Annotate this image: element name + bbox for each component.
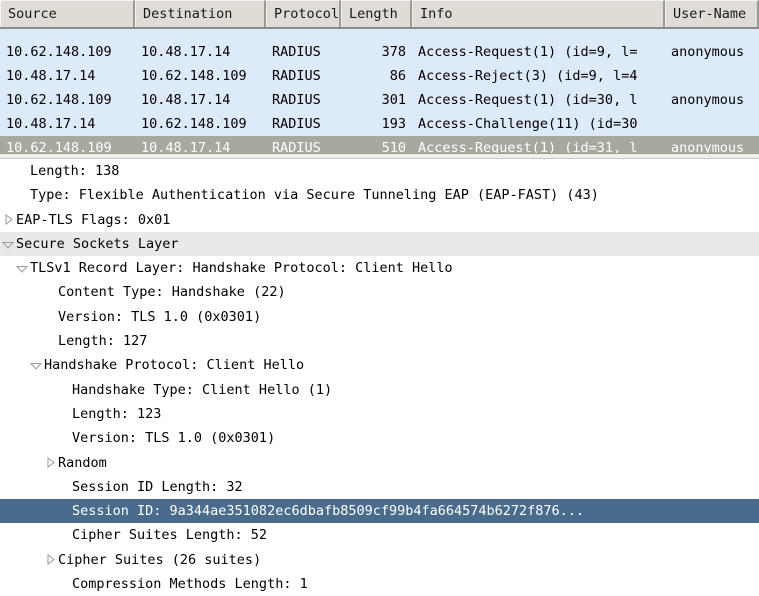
tree-row[interactable]: Handshake Protocol: Client Hello [0,353,759,377]
packet-cell-user_name: anonymous [671,140,745,153]
packet-cell-user_name: anonymous [671,44,745,60]
packet-list-rows[interactable]: 10.62.148.109 10.48.17.14 RADIUS 378 Access-… [0,29,759,153]
packet-cell-destination: 10.62.148.109 [141,116,247,132]
tree-expanded-triangle-icon[interactable] [29,353,43,377]
packet-cell-length [341,29,412,40]
tree-row[interactable]: Compression Methods Length: 1 [0,572,759,596]
tree-expanded-triangle-icon[interactable] [15,256,29,280]
packet-cell-length: 193 [381,116,406,132]
packet-cell-user_name [665,112,759,136]
tree-row[interactable]: Session ID: 9a344ae351082ec6dbafb8509cf9… [0,499,759,524]
tree-expanded-triangle-icon[interactable] [1,232,15,256]
tree-row[interactable]: Version: TLS 1.0 (0x0301) [0,305,759,329]
packet-cell-destination: 10.48.17.14 [141,92,231,108]
packet-cell-source: 10.48.17.14 [6,116,96,132]
tree-collapsed-triangle-icon[interactable] [43,548,57,572]
packet-cell-source: 10.48.17.14 [6,68,96,84]
tree-row-label: Version: TLS 1.0 (0x0301) [58,308,262,325]
tree-row-label: Random [58,454,107,471]
packet-cell-protocol: RADIUS [272,68,321,84]
tree-row-label: Handshake Protocol: Client Hello [44,357,305,374]
column-header-user_name[interactable]: User-Name [665,0,759,27]
packet-cell-protocol: RADIUS [272,92,321,108]
tree-row[interactable]: Secure Sockets Layer [0,231,759,257]
packet-cell-length: 510 [381,140,406,153]
packet-cell-length: 86 [389,68,406,84]
tree-row-label: Cipher Suites Length: 52 [72,527,268,544]
tree-row-label: Length: 123 [72,405,162,422]
tree-row-label: Session ID Length: 32 [72,478,243,495]
packet-list-row[interactable]: 10.48.17.14 10.62.148.109 RADIUS 193 Access-… [0,112,759,136]
packet-list-pane[interactable]: Source Destination Protocol Length Info User-… [0,0,759,153]
tree-row[interactable]: Content Type: Handshake (22) [0,280,759,304]
tree-row[interactable]: Length: 123 [0,402,759,426]
tree-row-label: Length: 138 [30,163,120,179]
tree-row-label: Version: TLS 1.0 (0x0301) [72,430,276,447]
packet-list-row[interactable]: 10.62.148.109 10.48.17.14 RADIUS 510 Access-… [0,136,759,153]
column-header-length[interactable]: Length [341,0,412,27]
tree-row[interactable]: Cipher Suites Length: 52 [0,523,759,547]
tree-row-label: Handshake Type: Client Hello (1) [72,381,333,398]
packet-cell-destination [135,29,266,40]
packet-cell-length: 301 [381,92,406,108]
packet-cell-protocol: RADIUS [272,44,321,60]
packet-cell-user_name [665,64,759,88]
packet-cell-user_name [665,29,759,40]
tree-row-label: Compression Methods Length: 1 [72,576,308,593]
tree-row[interactable]: Session ID Length: 32 [0,475,759,499]
tree-row[interactable]: EAP-TLS Flags: 0x01 [0,208,759,232]
tree-row-label: Type: Flexible Authentication via Secure… [30,187,599,204]
packet-cell-protocol: RADIUS [272,116,321,132]
packet-cell-user_name: anonymous [671,92,745,108]
tree-collapsed-triangle-icon[interactable] [1,208,15,232]
packet-cell-source: 10.62.148.109 [6,140,112,153]
tree-row-label: Cipher Suites (26 suites) [58,551,262,568]
packet-cell-protocol: RADIUS [272,140,321,153]
column-header-info[interactable]: Info [412,0,665,27]
tree-row[interactable]: Cipher Suites (26 suites) [0,548,759,572]
tree-collapsed-triangle-icon[interactable] [43,451,57,475]
tree-row[interactable]: Length: 127 [0,329,759,353]
packet-cell-protocol [266,29,341,40]
tree-row-label: Secure Sockets Layer [16,235,179,252]
tree-row-label: Content Type: Handshake (22) [58,284,286,301]
column-header-protocol[interactable]: Protocol [266,0,341,27]
packet-list-row[interactable] [0,29,759,40]
packet-detail-tree[interactable]: Length: 138 Type: Flexible Authentication… [0,159,759,596]
tree-row[interactable]: Handshake Type: Client Hello (1) [0,378,759,402]
tree-row[interactable]: Type: Flexible Authentication via Secure… [0,183,759,207]
column-header-source[interactable]: Source [0,0,135,27]
packet-cell-source: 10.62.148.109 [6,44,112,60]
packet-list-row[interactable]: 10.48.17.14 10.62.148.109 RADIUS 86 Access-R… [0,64,759,88]
tree-row-label: Session ID: 9a344ae351082ec6dbafb8509cf9… [72,503,585,520]
packet-cell-destination: 10.48.17.14 [141,44,231,60]
column-header-destination[interactable]: Destination [135,0,266,27]
packet-cell-source: 10.62.148.109 [6,92,112,108]
tree-row[interactable]: TLSv1 Record Layer: Handshake Protocol: … [0,256,759,280]
packet-cell-length: 378 [381,44,406,60]
tree-row[interactable]: Random [0,451,759,475]
tree-row-label: TLSv1 Record Layer: Handshake Protocol: … [30,260,453,277]
tree-row-label: Length: 127 [58,333,148,350]
tree-row[interactable]: Length: 138 [0,159,759,183]
packet-cell-destination: 10.48.17.14 [141,140,231,153]
packet-list-column-headers[interactable]: Source Destination Protocol Length Info User-… [0,0,759,29]
packet-list-row[interactable]: 10.62.148.109 10.48.17.14 RADIUS 301 Access-… [0,88,759,112]
packet-cell-source [0,29,135,40]
tree-row[interactable]: Version: TLS 1.0 (0x0301) [0,426,759,450]
packet-list-row[interactable]: 10.62.148.109 10.48.17.14 RADIUS 378 Access-… [0,40,759,64]
tree-row-label: EAP-TLS Flags: 0x01 [16,211,171,228]
packet-cell-destination: 10.62.148.109 [141,68,247,84]
